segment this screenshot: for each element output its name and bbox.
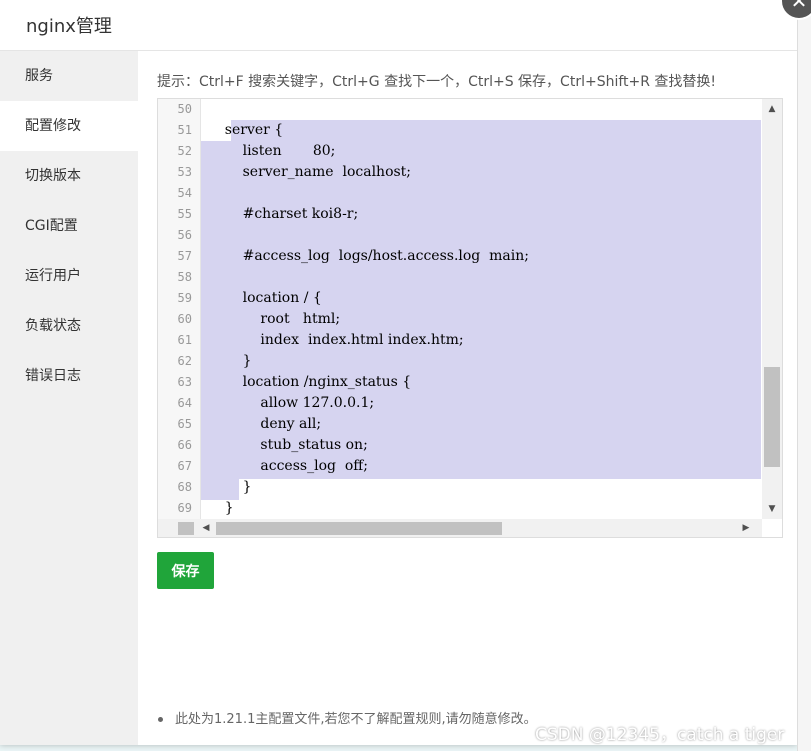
code-line[interactable]: index index.html index.htm; xyxy=(201,330,761,351)
shortcut-tip: 提示：Ctrl+F 搜索关键字，Ctrl+G 查找下一个，Ctrl+S 保存，C… xyxy=(157,74,717,90)
dialog-header: nginx管理 xyxy=(0,0,797,51)
sidebar-item-load-status[interactable]: 负载状态 xyxy=(0,301,138,351)
line-gutter: 50 51 52 53 54 55 56 57 58 59 60 61 62 63 64 65 66 67 68 69 xyxy=(158,99,201,519)
line-number: 64 xyxy=(177,396,192,410)
line-number: 67 xyxy=(177,459,192,473)
sidebar-item-run-user[interactable]: 运行用户 xyxy=(0,251,138,301)
save-button[interactable]: 保存 xyxy=(157,552,214,589)
line-number: 55 xyxy=(177,207,192,221)
line-number: 56 xyxy=(177,228,192,242)
line-number: 63 xyxy=(177,375,192,389)
code-line[interactable]: root html; xyxy=(201,309,761,330)
code-line[interactable]: access_log off; xyxy=(201,456,761,477)
watermark: CSDN @12345，catch a tiger xyxy=(535,725,785,745)
code-line[interactable] xyxy=(201,183,761,204)
line-number: 68 xyxy=(177,480,192,494)
scroll-left-icon[interactable]: ◀ xyxy=(198,519,214,537)
nginx-dialog: nginx管理 服务 配置修改 切换版本 CGI配置 运行用户 负载状态 错误日… xyxy=(0,0,797,745)
line-number: 57 xyxy=(177,249,192,263)
horizontal-scroll-thumb[interactable] xyxy=(216,522,502,535)
code-line[interactable]: deny all; xyxy=(201,414,761,435)
sidebar-item-cgi[interactable]: CGI配置 xyxy=(0,201,138,251)
line-number: 52 xyxy=(177,144,192,158)
code-line[interactable]: } xyxy=(201,477,761,498)
sidebar-item-error-log[interactable]: 错误日志 xyxy=(0,351,138,401)
line-number: 69 xyxy=(177,501,192,515)
sidebar-item-config[interactable]: 配置修改 xyxy=(0,101,138,151)
line-number: 66 xyxy=(177,438,192,452)
line-number: 58 xyxy=(177,270,192,284)
line-number: 62 xyxy=(177,354,192,368)
code-line[interactable]: #access_log logs/host.access.log main; xyxy=(201,246,761,267)
line-number: 60 xyxy=(177,312,192,326)
code-line[interactable] xyxy=(201,99,761,120)
vertical-scrollbar[interactable]: ▲ ▼ xyxy=(762,99,782,519)
gutter-scroll-thumb[interactable] xyxy=(178,522,194,535)
line-number: 53 xyxy=(177,165,192,179)
scroll-up-icon[interactable]: ▲ xyxy=(762,101,782,117)
vertical-scroll-thumb[interactable] xyxy=(764,367,780,467)
line-number: 50 xyxy=(177,102,192,116)
config-note-text: 此处为1.21.1主配置文件,若您不了解配置规则,请勿随意修改。 xyxy=(175,712,537,727)
horizontal-scrollbar[interactable]: ◀ ▶ xyxy=(158,519,762,537)
code-line[interactable]: stub_status on; xyxy=(201,435,761,456)
line-number: 65 xyxy=(177,417,192,431)
code-line[interactable]: location /nginx_status { xyxy=(201,372,761,393)
line-number: 54 xyxy=(177,186,192,200)
code-line[interactable]: } xyxy=(201,498,761,519)
code-line[interactable]: location / { xyxy=(201,288,761,309)
dialog-title: nginx管理 xyxy=(26,16,112,37)
line-number: 61 xyxy=(177,333,192,347)
code-line[interactable]: listen 80; xyxy=(201,141,761,162)
scroll-right-icon[interactable]: ▶ xyxy=(738,519,754,537)
line-number: 59 xyxy=(177,291,192,305)
code-line[interactable]: server { xyxy=(201,120,761,141)
bullet-icon xyxy=(158,717,163,722)
code-area[interactable]: server { listen 80; server_name localhos… xyxy=(201,99,761,519)
code-line[interactable]: allow 127.0.0.1; xyxy=(201,393,761,414)
sidebar: 服务 配置修改 切换版本 CGI配置 运行用户 负载状态 错误日志 xyxy=(0,51,138,745)
sidebar-item-service[interactable]: 服务 xyxy=(0,51,138,101)
line-number: 51 xyxy=(177,123,192,137)
background-page-edge xyxy=(797,0,811,751)
code-line[interactable]: server_name localhost; xyxy=(201,162,761,183)
code-line[interactable]: } xyxy=(201,351,761,372)
config-note: 此处为1.21.1主配置文件,若您不了解配置规则,请勿随意修改。 xyxy=(158,708,537,727)
main-content: 提示：Ctrl+F 搜索关键字，Ctrl+G 查找下一个，Ctrl+S 保存，C… xyxy=(138,51,797,745)
scroll-down-icon[interactable]: ▼ xyxy=(762,501,782,517)
code-line[interactable] xyxy=(201,267,761,288)
code-editor[interactable]: 50 51 52 53 54 55 56 57 58 59 60 61 62 63 64 65 66 67 68 69… xyxy=(157,98,783,538)
code-line[interactable]: #charset koi8-r; xyxy=(201,204,761,225)
code-line[interactable] xyxy=(201,225,761,246)
sidebar-item-version[interactable]: 切换版本 xyxy=(0,151,138,201)
